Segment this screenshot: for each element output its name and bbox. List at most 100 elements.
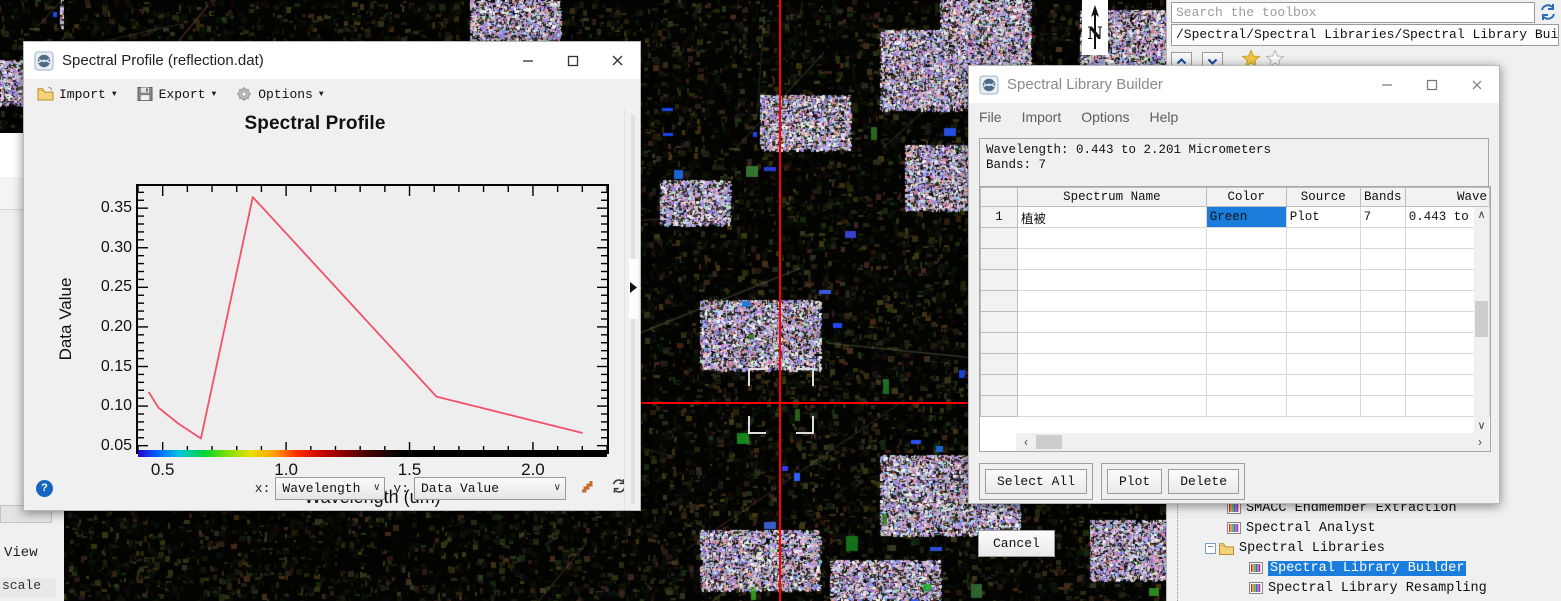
sp-toolbar: Import ▼ Export ▼ Options ▼ xyxy=(24,79,640,109)
y-tick-label: 0.25 xyxy=(100,278,132,296)
cell-spectrum-name[interactable]: 植被 xyxy=(1016,206,1207,228)
menu-item-import[interactable]: Import xyxy=(1022,109,1062,125)
chart-y-tick-labels: 0.05 0.10 0.15 0.20 0.25 0.30 0.35 xyxy=(64,184,132,454)
table-empty-row xyxy=(980,374,1491,396)
select-all-button[interactable]: Select All xyxy=(985,469,1088,494)
table-horizontal-scrollbar[interactable]: ‹ › xyxy=(1016,433,1490,451)
row-number[interactable]: 1 xyxy=(980,206,1018,228)
tree-item-label: Spectral Libraries xyxy=(1239,540,1385,556)
menu-item-options[interactable]: Options xyxy=(1081,109,1129,125)
tree-item-label: Spectral Analyst xyxy=(1246,520,1376,536)
envi-app-icon xyxy=(34,51,54,71)
floppy-save-icon xyxy=(137,86,154,102)
table-row[interactable]: 1 植被 Green Plot 7 0.443 to 2. xyxy=(980,206,1491,228)
info-bands: Bands: 7 xyxy=(986,158,1047,172)
crosshair-vertical-line xyxy=(779,0,781,601)
svg-text:N: N xyxy=(1087,24,1103,44)
slb-minimize-button[interactable] xyxy=(1364,66,1409,103)
spectral-profile-window: Spectral Profile (reflection.dat) Import… xyxy=(23,41,641,511)
table-empty-row xyxy=(980,290,1491,312)
chevron-down-icon: ∨ xyxy=(373,483,381,494)
export-label: Export xyxy=(158,86,206,102)
toolbox-tree: SMACC Endmember Extraction Spectral Anal… xyxy=(1169,498,1561,601)
crosshair-bracket-bottom-left xyxy=(748,416,766,434)
export-menu-button[interactable]: Export ▼ xyxy=(134,84,220,104)
import-label: Import xyxy=(59,86,106,102)
crosshair-bracket-top-right xyxy=(796,368,814,386)
chart-line-svg xyxy=(138,186,607,452)
sp-titlebar[interactable]: Spectral Profile (reflection.dat) xyxy=(24,42,640,79)
select-all-group: Select All xyxy=(979,463,1094,500)
table-empty-row xyxy=(980,395,1491,417)
scroll-down-arrow-icon[interactable]: ∨ xyxy=(1474,418,1489,433)
cell-source[interactable]: Plot xyxy=(1285,206,1361,228)
slb-close-button[interactable] xyxy=(1454,66,1499,103)
crosshair-bracket-top-left xyxy=(748,368,766,386)
y-axis-dropdown[interactable]: Data Value ∨ xyxy=(414,476,566,500)
options-menu-button[interactable]: Options ▼ xyxy=(233,84,326,104)
spectra-table-container[interactable]: Spectrum Name Color Source Bands Wave 1 植被 Gre… xyxy=(979,186,1491,452)
menu-item-help[interactable]: Help xyxy=(1150,109,1179,125)
scroll-up-arrow-icon[interactable]: ∧ xyxy=(1474,207,1489,222)
spectrum-icon xyxy=(1227,521,1241,535)
open-folder-icon xyxy=(37,86,54,102)
chart-plot-area[interactable] xyxy=(136,184,609,454)
tree-item-spectral-library-resampling[interactable]: Spectral Library Resampling xyxy=(1169,578,1561,598)
slb-title: Spectral Library Builder xyxy=(1007,76,1163,93)
toolbox-path-field[interactable]: /Spectral/Spectral Libraries/Spectral Li… xyxy=(1171,24,1559,46)
y-axis-value: Data Value xyxy=(421,480,500,496)
column-header-spectrum-name[interactable]: Spectrum Name xyxy=(1016,187,1207,207)
cancel-button[interactable]: Cancel xyxy=(978,530,1055,557)
tree-guide-line xyxy=(1177,498,1178,601)
cell-bands[interactable]: 7 xyxy=(1359,206,1406,228)
scale-label: scale xyxy=(0,578,56,598)
column-header-rownum[interactable] xyxy=(980,187,1018,207)
slb-maximize-button[interactable] xyxy=(1409,66,1454,103)
import-menu-button[interactable]: Import ▼ xyxy=(34,84,120,104)
column-header-bands[interactable]: Bands xyxy=(1359,187,1406,207)
vertical-scroll-thumb[interactable] xyxy=(1475,301,1488,337)
table-empty-row xyxy=(980,332,1491,354)
tree-expander-icon[interactable]: − xyxy=(1205,542,1216,554)
tree-item-spectral-analyst[interactable]: Spectral Analyst xyxy=(1169,518,1561,538)
slb-titlebar[interactable]: Spectral Library Builder xyxy=(969,66,1499,103)
panel-splitter[interactable] xyxy=(624,109,640,510)
cell-color[interactable]: Green xyxy=(1205,206,1287,228)
sp-plot-body: Spectral Profile Data Value 0.05 0.10 0.15… xyxy=(24,109,640,510)
tree-item-spectral-library-builder[interactable]: Spectral Library Builder xyxy=(1169,558,1561,578)
spectrum-icon xyxy=(1249,581,1263,595)
column-header-source[interactable]: Source xyxy=(1285,187,1361,207)
column-header-color[interactable]: Color xyxy=(1205,187,1287,207)
y-axis-selector: y: Data Value ∨ xyxy=(393,476,566,500)
plot-button[interactable]: Plot xyxy=(1107,469,1163,494)
delete-button[interactable]: Delete xyxy=(1168,469,1240,494)
sp-maximize-button[interactable] xyxy=(550,42,595,79)
slb-menu-bar: File Import Options Help xyxy=(969,103,1499,130)
menu-item-file[interactable]: File xyxy=(979,109,1002,125)
x-axis-dropdown[interactable]: Wavelength ∨ xyxy=(275,476,386,500)
envi-app-icon xyxy=(979,75,999,95)
collapse-right-triangle-icon[interactable] xyxy=(629,281,638,299)
refresh-icon[interactable] xyxy=(1538,2,1558,22)
slb-info-box: Wavelength: 0.443 to 2.201 Micrometers B… xyxy=(979,138,1489,188)
y-tick-label: 0.15 xyxy=(100,357,132,375)
table-vertical-scrollbar[interactable]: ∧ ∨ xyxy=(1474,207,1489,433)
scroll-left-arrow-icon[interactable]: ‹ xyxy=(1016,435,1036,449)
horizontal-scroll-thumb[interactable] xyxy=(1036,435,1062,449)
step-plot-icon[interactable] xyxy=(578,477,596,500)
sp-title: Spectral Profile (reflection.dat) xyxy=(62,52,264,69)
options-label: Options xyxy=(258,86,313,102)
options-caret-icon: ▼ xyxy=(318,89,324,99)
scroll-right-arrow-icon[interactable]: › xyxy=(1470,435,1490,449)
sp-minimize-button[interactable] xyxy=(505,42,550,79)
y-tick-label: 0.30 xyxy=(100,238,132,256)
spectral-library-builder-window: Spectral Library Builder File Import Opt… xyxy=(968,65,1500,557)
plot-delete-group: Plot Delete xyxy=(1101,463,1246,500)
column-header-wave[interactable]: Wave xyxy=(1404,187,1491,207)
y-tick-label: 0.10 xyxy=(100,397,132,415)
sp-close-button[interactable] xyxy=(595,42,640,79)
tree-item-spectral-libraries[interactable]: − Spectral Libraries xyxy=(1169,538,1561,558)
search-input[interactable]: Search the toolbox xyxy=(1171,2,1535,23)
table-empty-row xyxy=(980,269,1491,291)
help-icon[interactable]: ? xyxy=(36,479,53,497)
